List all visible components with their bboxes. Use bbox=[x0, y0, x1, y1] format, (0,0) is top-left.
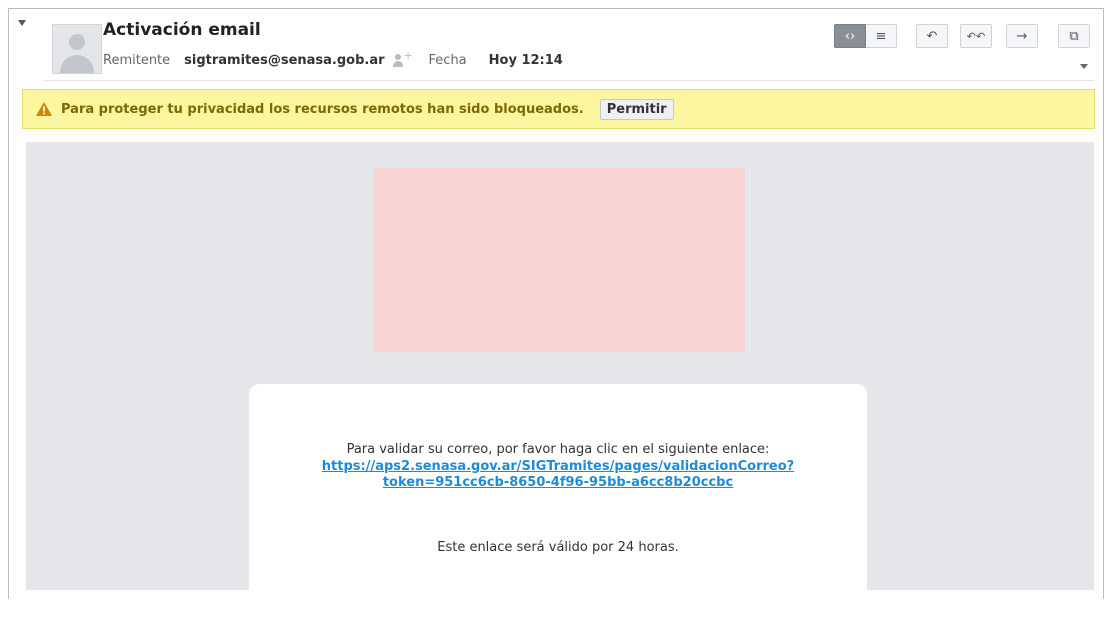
message-date: Hoy 12:14 bbox=[488, 53, 563, 68]
open-window-icon: ⧉ bbox=[1069, 28, 1079, 44]
sender-label: Remitente bbox=[103, 53, 171, 68]
collapse-header-icon[interactable] bbox=[18, 20, 26, 26]
forward-button-wrap: → bbox=[1006, 24, 1038, 48]
sender-address[interactable]: sigtramites@senasa.gob.ar bbox=[184, 53, 384, 68]
message-meta: Remitente sigtramites@senasa.gob.ar + Fe… bbox=[103, 50, 563, 69]
forward-button[interactable]: → bbox=[1006, 24, 1038, 48]
reply-button-wrap: ↶ bbox=[916, 24, 948, 48]
view-toggle-group: ‹› ≡ bbox=[834, 24, 897, 48]
validity-text: Este enlace será válido por 24 horas. bbox=[437, 540, 679, 555]
open-window-button[interactable]: ⧉ bbox=[1058, 24, 1090, 48]
forward-icon: → bbox=[1016, 28, 1028, 44]
instruction-text: Para validar su correo, por favor haga c… bbox=[346, 442, 770, 457]
reply-icon: ↶ bbox=[926, 28, 938, 44]
privacy-warning-bar: Para proteger tu privacidad los recursos… bbox=[22, 89, 1095, 129]
message-body: Para validar su correo, por favor haga c… bbox=[26, 142, 1094, 644]
validation-link-line2: token=951cc6cb-8650-4f96-95bb-a6cc8b20cc… bbox=[382, 475, 734, 490]
reply-all-icon: ↶↶ bbox=[966, 29, 986, 43]
source-view-button[interactable]: ‹› bbox=[834, 24, 866, 48]
date-label: Fecha bbox=[428, 53, 467, 68]
open-window-button-wrap: ⧉ bbox=[1058, 24, 1090, 48]
reply-all-button-wrap: ↶↶ bbox=[960, 24, 992, 48]
reply-all-button[interactable]: ↶↶ bbox=[960, 24, 992, 48]
warning-icon bbox=[36, 102, 52, 116]
reply-button[interactable]: ↶ bbox=[916, 24, 948, 48]
privacy-message: Para proteger tu privacidad los recursos… bbox=[61, 101, 584, 117]
sender-avatar bbox=[52, 24, 102, 74]
text-view-icon: ≡ bbox=[875, 28, 887, 44]
message-card: Para validar su correo, por favor haga c… bbox=[249, 384, 867, 644]
more-options-icon[interactable] bbox=[1080, 64, 1088, 69]
add-contact-icon[interactable]: + bbox=[392, 50, 413, 68]
validation-link-line1: https://aps2.senasa.gov.ar/SIGTramites/p… bbox=[321, 459, 795, 474]
text-view-button[interactable]: ≡ bbox=[866, 24, 897, 48]
header-divider bbox=[44, 80, 1094, 81]
message-subject: Activación email bbox=[103, 20, 261, 40]
blocked-image-placeholder bbox=[373, 168, 745, 352]
source-view-icon: ‹› bbox=[844, 28, 856, 44]
allow-remote-content-button[interactable]: Permitir bbox=[599, 98, 674, 120]
validation-link[interactable]: https://aps2.senasa.gov.ar/SIGTramites/p… bbox=[249, 459, 867, 491]
